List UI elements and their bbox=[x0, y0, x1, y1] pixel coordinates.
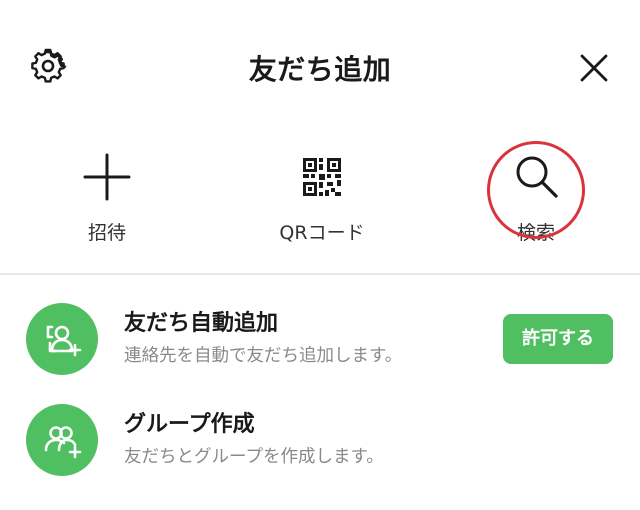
auto-add-friend-icon bbox=[46, 325, 82, 357]
invite-button[interactable]: 招待 bbox=[47, 144, 167, 254]
qr-code-label: QRコード bbox=[279, 222, 365, 244]
create-group-subtitle: 友だちとグループを作成します。 bbox=[124, 447, 384, 467]
invite-label: 招待 bbox=[87, 222, 126, 244]
plus-icon bbox=[83, 153, 131, 201]
divider bbox=[0, 273, 640, 275]
qr-code-icon bbox=[303, 158, 341, 196]
header: 友だち追加 bbox=[0, 0, 640, 134]
create-group-icon bbox=[44, 426, 82, 459]
search-icon bbox=[516, 156, 558, 198]
close-button[interactable] bbox=[574, 48, 614, 88]
close-icon bbox=[580, 54, 608, 82]
allow-button[interactable]: 許可する bbox=[503, 314, 613, 364]
qr-code-button[interactable]: QRコード bbox=[262, 144, 382, 254]
page-title: 友だち追加 bbox=[248, 53, 392, 86]
auto-add-title: 友だち自動追加 bbox=[124, 311, 279, 336]
create-group-title: グループ作成 bbox=[124, 412, 255, 437]
create-group-avatar bbox=[26, 404, 98, 476]
search-button[interactable]: 検索 bbox=[476, 144, 596, 254]
search-label: 検索 bbox=[516, 222, 555, 244]
auto-add-subtitle: 連絡先を自動で友だち追加します。 bbox=[124, 346, 403, 366]
add-methods: 招待 QRコード 検索 bbox=[0, 134, 640, 274]
list-item-auto-add[interactable]: 友だち自動追加 連絡先を自動で友だち追加します。 許可する bbox=[0, 292, 640, 382]
list-item-create-group[interactable]: グループ作成 友だちとグループを作成します。 bbox=[0, 393, 640, 483]
auto-add-friend-avatar bbox=[26, 303, 98, 375]
